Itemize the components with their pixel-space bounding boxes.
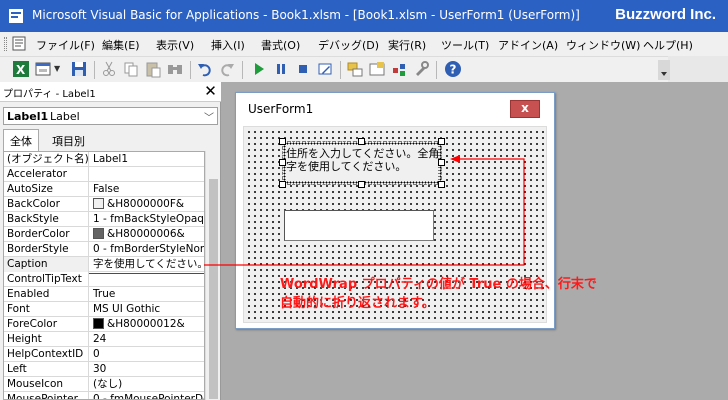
callout-arrows [204,155,525,266]
annotation-text: WordWrap プロパティの値が True の場合、行末で 自動的に折り返され… [280,277,597,311]
arrowhead-icon [450,155,460,163]
annotation-note: WordWrap プロパティの値が True の場合、行末で 自動的に折り返され… [280,275,620,313]
arrow-to-label [204,158,525,266]
